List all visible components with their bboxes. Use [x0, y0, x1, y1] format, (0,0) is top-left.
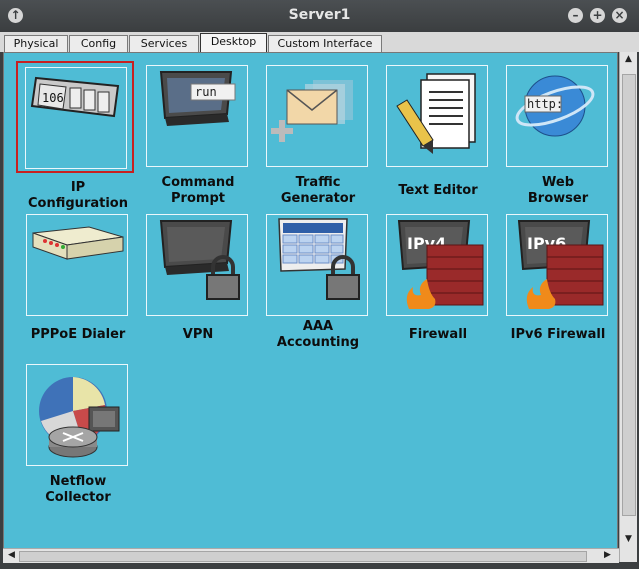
app-label: Netflow Collector: [45, 474, 111, 505]
app-label: Firewall: [408, 327, 468, 342]
scroll-up-icon[interactable]: ▲: [620, 54, 637, 64]
svg-text:http:: http:: [527, 97, 563, 111]
tab-bar: Physical Config Services Desktop Custom …: [0, 32, 639, 52]
maximize-icon[interactable]: +: [590, 8, 605, 23]
horizontal-scroll-thumb[interactable]: [19, 551, 587, 562]
svg-text:106: 106: [42, 91, 64, 105]
scroll-right-icon[interactable]: ▶: [599, 550, 616, 560]
scroll-down-icon[interactable]: ▼: [620, 534, 637, 544]
text-editor-icon: [396, 73, 476, 154]
ipv6-firewall-icon: IPv6: [517, 220, 604, 309]
ip-configuration-icon: 106: [30, 76, 120, 118]
app-label: AAA Accounting: [276, 319, 360, 350]
vertical-scroll-thumb[interactable]: [622, 74, 636, 516]
app-label: Web Browser: [527, 175, 589, 206]
aaa-accounting-icon: [278, 218, 360, 300]
tab-config[interactable]: Config: [69, 35, 128, 52]
app-label: Text Editor: [398, 183, 478, 198]
window-title: Server1: [288, 7, 351, 23]
web-browser-icon: http:: [515, 75, 595, 137]
app-label: IP Configuration: [28, 180, 128, 211]
app-label: IPv6 Firewall: [510, 327, 606, 342]
minimize-icon[interactable]: –: [568, 8, 583, 23]
command-prompt-icon: run: [159, 71, 236, 126]
title-bar[interactable]: ↑ Server1 – + ×: [0, 0, 639, 32]
vpn-icon: [159, 220, 240, 300]
tab-custom-interface[interactable]: Custom Interface: [268, 35, 382, 52]
close-icon[interactable]: ×: [612, 8, 627, 23]
vertical-scrollbar[interactable]: ▲ ▼: [619, 52, 637, 562]
tab-physical[interactable]: Physical: [4, 35, 68, 52]
app-label: VPN: [182, 327, 214, 342]
desktop-panel: 106 IPConfiguration run CommandPrompt: [3, 52, 618, 550]
selected-tile-frame: 106: [16, 61, 134, 173]
server1-window: ↑ Server1 – + × Physical Config Services…: [0, 0, 639, 569]
firewall-icon: IPv4: [397, 220, 484, 309]
horizontal-scrollbar[interactable]: ◀ ▶: [3, 548, 619, 563]
netflow-collector-icon: [39, 377, 120, 458]
pppoe-dialer-icon: [32, 226, 124, 260]
app-label: Command Prompt: [161, 175, 235, 206]
app-label: PPPoE Dialer: [30, 327, 126, 342]
svg-text:run: run: [195, 85, 217, 99]
tab-desktop[interactable]: Desktop: [200, 33, 267, 52]
traffic-generator-icon: [271, 80, 353, 142]
app-label: Traffic Generator: [280, 175, 356, 206]
scroll-left-icon[interactable]: ◀: [3, 550, 20, 560]
tab-services[interactable]: Services: [129, 35, 199, 52]
